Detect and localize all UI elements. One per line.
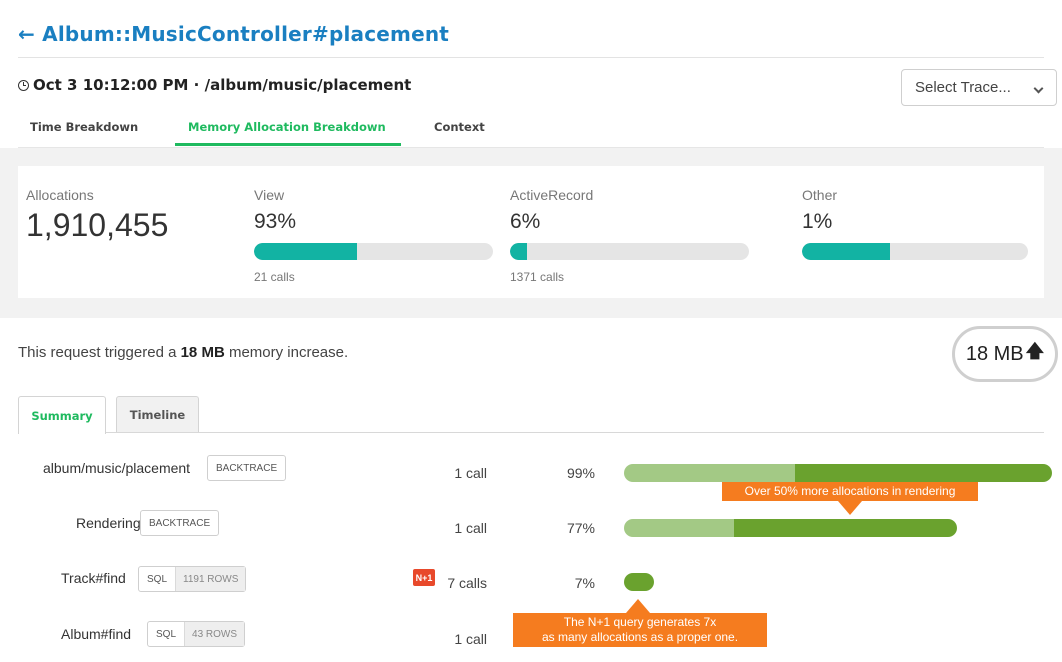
allocations-value: 1,910,455 [26,207,169,243]
row-calls: 7 calls [447,575,487,591]
row-calls: 1 call [454,520,487,536]
allocation-bar [624,519,957,537]
controller-action-name: Album::MusicController#placement [42,22,450,46]
view-percent: 93% [254,210,297,233]
backtrace-button[interactable]: BACKTRACE [207,455,287,481]
sql-rows-count: 1191 ROWS [175,567,246,591]
select-trace-label: Select Trace... [915,79,1011,96]
other-allocation-bar [802,243,1028,260]
row-name-track-find: Track#find [61,570,126,586]
allocation-bar [624,464,1052,482]
row-percent: 99% [566,465,595,481]
tab-memory-allocation-breakdown[interactable]: Memory Allocation Breakdown [188,120,386,134]
view-calls: 21 calls [254,270,295,284]
memory-text-after: memory increase. [224,344,349,361]
row-percent: 77% [566,520,595,536]
callout-pointer [838,501,862,515]
other-percent: 1% [802,210,833,233]
other-allocation-bar-fill [802,243,891,260]
activerecord-percent: 6% [510,210,541,233]
allocation-bar [624,573,655,591]
row-name-rendering: Rendering [76,515,141,531]
callout-pointer [626,599,650,613]
tab-context[interactable]: Context [434,120,485,134]
row-percent: 7% [574,575,595,591]
page-title[interactable]: ← Album::MusicController#placement [18,22,449,46]
activerecord-label: ActiveRecord [510,187,594,203]
sql-button[interactable]: SQL 1191 ROWS [138,566,247,592]
sql-button[interactable]: SQL 43 ROWS [147,621,246,647]
memory-increase-badge: 18 MB 🡅 [952,326,1058,382]
row-calls: 1 call [454,465,487,481]
back-arrow-icon[interactable]: ← [18,22,35,46]
backtrace-button[interactable]: BACKTRACE [140,510,220,536]
tab-timeline[interactable]: Timeline [116,396,199,433]
clock-icon [18,79,29,91]
allocation-bar-light-segment [624,464,796,482]
row-calls: 1 call [454,631,487,647]
backtrace-label: BACKTRACE [216,462,278,474]
allocations-label: Allocations [26,187,94,203]
memory-badge-value: 18 MB [965,342,1024,365]
n-plus-one-callout-line-2: as many allocations as a proper one. [541,630,739,644]
activerecord-allocation-bar-fill [510,243,527,260]
activerecord-calls: 1371 calls [510,270,565,284]
view-allocation-bar [254,243,493,260]
view-allocation-bar-fill [254,243,357,260]
title-divider [18,57,1044,58]
row-name-album-music-placement: album/music/placement [43,460,191,476]
sql-rows-count: 43 ROWS [184,622,245,646]
chevron-down-icon [1033,83,1044,94]
memory-increase-message: This request triggered a 18 MB memory in… [18,344,348,361]
backtrace-label: BACKTRACE [149,517,211,529]
request-time-path: Oct 3 10:12:00 PM · /album/music/placeme… [33,76,412,94]
view-label: View [254,187,285,203]
tab-time-breakdown[interactable]: Time Breakdown [30,120,138,134]
activerecord-allocation-bar [510,243,749,260]
sql-label: SQL [156,628,177,640]
row-name-album-find: Album#find [61,626,132,642]
allocation-bar-dark-segment [733,519,957,537]
memory-text-before: This request triggered a [18,344,181,361]
allocation-bar-dark-segment [624,573,655,591]
request-subtitle: Oct 3 10:12:00 PM · /album/music/placeme… [18,76,411,94]
rendering-allocations-callout: Over 50% more allocations in rendering [722,482,978,501]
arrow-up-icon: 🡅 [1025,341,1045,361]
n-plus-one-callout-line-1: The N+1 query generates 7x [563,615,717,629]
allocation-bar-light-segment [624,519,734,537]
memory-text-amount: 18 MB [180,344,225,361]
select-trace-dropdown[interactable]: Select Trace... [901,69,1057,106]
other-label: Other [802,187,838,203]
active-tab-indicator [175,143,401,146]
n-plus-one-callout: The N+1 query generates 7x as many alloc… [513,613,767,647]
subtabs-divider [18,432,1044,433]
allocation-bar-dark-segment [795,464,1052,482]
tab-summary[interactable]: Summary [18,396,106,434]
sql-label: SQL [147,573,168,585]
